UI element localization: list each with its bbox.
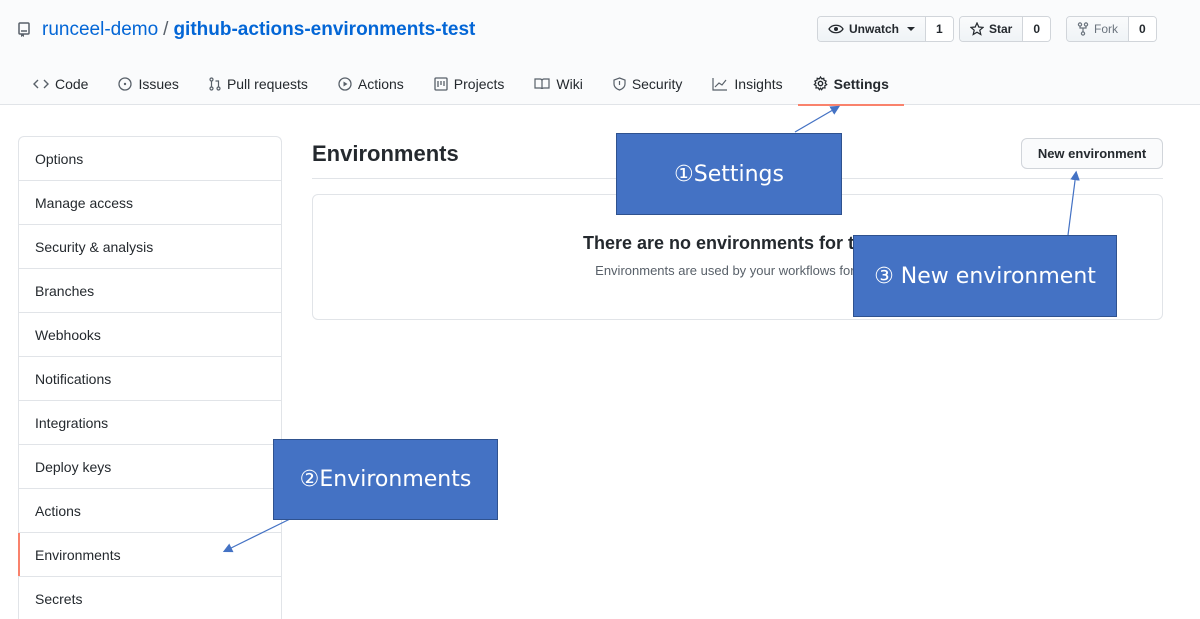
book-icon bbox=[534, 77, 550, 89]
project-icon bbox=[434, 76, 448, 91]
tab-security-label: Security bbox=[631, 75, 683, 92]
tab-issues[interactable]: Issues bbox=[103, 62, 193, 105]
callout-new-environment: ③ New environment bbox=[853, 235, 1117, 317]
tab-security[interactable]: Security bbox=[598, 62, 698, 105]
arrow-settings bbox=[794, 105, 841, 133]
tab-settings[interactable]: Settings bbox=[797, 62, 905, 106]
unwatch-label: Unwatch bbox=[849, 22, 900, 36]
tab-projects-label: Projects bbox=[453, 75, 505, 92]
graph-icon bbox=[712, 77, 728, 91]
tab-code-label: Code bbox=[55, 75, 89, 92]
tab-wiki[interactable]: Wiki bbox=[519, 62, 597, 105]
repo-name-link[interactable]: github-actions-environments-test bbox=[173, 19, 475, 41]
watch-count[interactable]: 1 bbox=[926, 17, 953, 41]
fork-group: Fork 0 bbox=[1066, 16, 1157, 42]
star-icon bbox=[970, 22, 984, 36]
tab-insights[interactable]: Insights bbox=[697, 62, 797, 105]
tab-projects[interactable]: Projects bbox=[419, 62, 520, 105]
repo-icon bbox=[18, 21, 34, 39]
sidebar-item-integrations[interactable]: Integrations bbox=[19, 401, 281, 445]
callout-settings: ①Settings bbox=[616, 133, 842, 215]
settings-sidebar: Options Manage access Security & analysi… bbox=[18, 136, 282, 619]
tab-actions-label: Actions bbox=[357, 75, 404, 92]
sidebar-item-branches[interactable]: Branches bbox=[19, 269, 281, 313]
repo-tabs: Code Issues Pull requests Actions Projec… bbox=[18, 62, 905, 106]
tab-actions[interactable]: Actions bbox=[323, 62, 419, 105]
tab-pull-requests-label: Pull requests bbox=[226, 75, 308, 92]
star-label: Star bbox=[989, 22, 1013, 36]
tab-wiki-label: Wiki bbox=[556, 75, 583, 92]
shield-icon bbox=[613, 76, 626, 91]
star-count[interactable]: 0 bbox=[1023, 17, 1051, 41]
tab-insights-label: Insights bbox=[734, 75, 783, 92]
sidebar-item-secrets[interactable]: Secrets bbox=[19, 577, 281, 619]
fork-button[interactable]: Fork bbox=[1067, 17, 1129, 41]
star-button[interactable]: Star bbox=[960, 17, 1024, 41]
fork-icon bbox=[1077, 22, 1089, 36]
eye-icon bbox=[828, 24, 844, 34]
tab-code[interactable]: Code bbox=[18, 62, 103, 105]
issue-icon bbox=[118, 76, 133, 91]
tab-pull-requests[interactable]: Pull requests bbox=[194, 62, 323, 105]
repo-header: runceel-demo / github-actions-environmen… bbox=[0, 0, 1200, 106]
code-icon bbox=[33, 79, 49, 88]
tab-settings-label: Settings bbox=[833, 75, 889, 92]
repo-title: runceel-demo / github-actions-environmen… bbox=[18, 16, 475, 44]
pull-request-icon bbox=[209, 76, 221, 91]
star-group: Star 0 bbox=[959, 16, 1052, 42]
page-title: Environments bbox=[312, 141, 459, 166]
repo-owner-link[interactable]: runceel-demo bbox=[42, 19, 158, 41]
play-icon bbox=[338, 76, 352, 91]
chevron-down-icon bbox=[907, 27, 916, 31]
sidebar-item-actions[interactable]: Actions bbox=[19, 489, 281, 533]
callout-environments: ②Environments bbox=[273, 439, 498, 520]
fork-label: Fork bbox=[1094, 22, 1118, 36]
tab-issues-label: Issues bbox=[138, 75, 179, 92]
sidebar-item-deploy-keys[interactable]: Deploy keys bbox=[19, 445, 281, 489]
gear-icon bbox=[812, 76, 828, 91]
sidebar-item-manage-access[interactable]: Manage access bbox=[19, 181, 281, 225]
sidebar-item-environments[interactable]: Environments bbox=[18, 533, 281, 577]
new-environment-button[interactable]: New environment bbox=[1021, 138, 1163, 169]
repo-separator: / bbox=[163, 19, 169, 40]
sidebar-item-options[interactable]: Options bbox=[19, 137, 281, 181]
sidebar-item-notifications[interactable]: Notifications bbox=[19, 357, 281, 401]
unwatch-button[interactable]: Unwatch bbox=[818, 17, 927, 41]
unwatch-group: Unwatch 1 bbox=[817, 16, 954, 42]
sidebar-item-webhooks[interactable]: Webhooks bbox=[19, 313, 281, 357]
fork-count[interactable]: 0 bbox=[1129, 17, 1156, 41]
sidebar-item-security-analysis[interactable]: Security & analysis bbox=[19, 225, 281, 269]
